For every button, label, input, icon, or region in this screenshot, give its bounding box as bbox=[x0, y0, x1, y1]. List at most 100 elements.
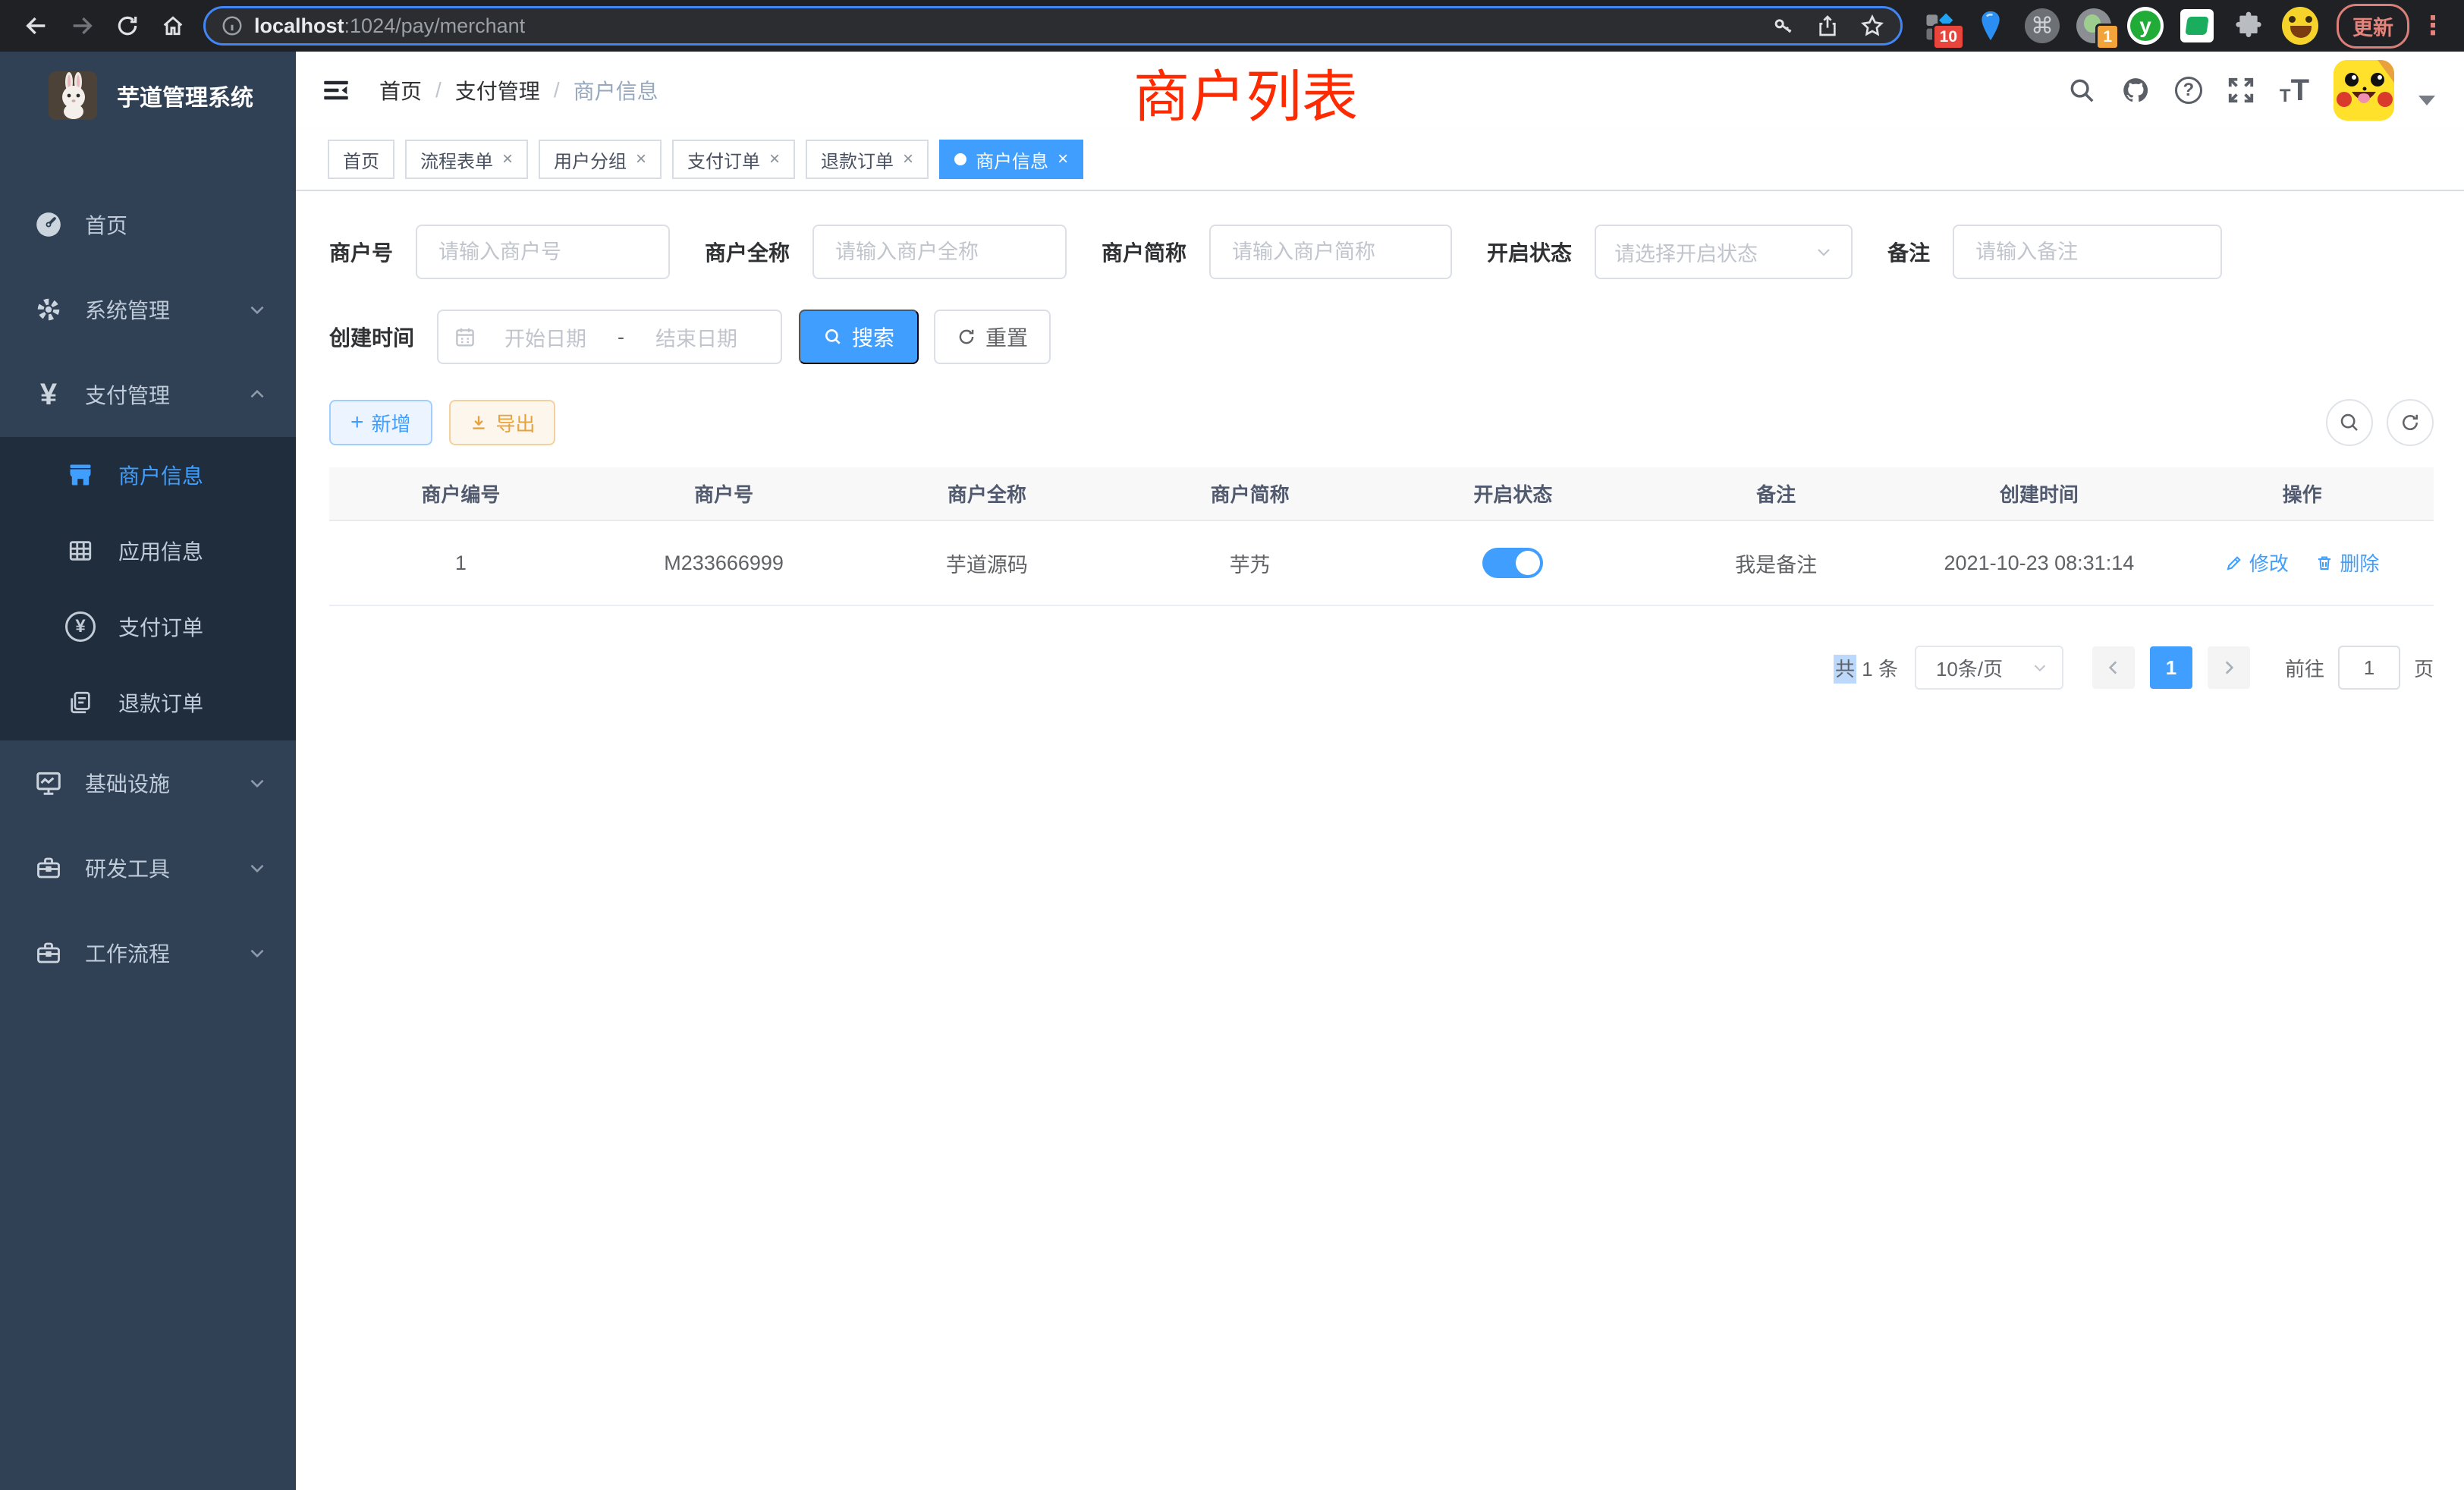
tab-merchant-info[interactable]: 商户信息 × bbox=[939, 140, 1083, 179]
goto-page-input[interactable] bbox=[2338, 646, 2400, 690]
download-icon bbox=[469, 413, 489, 432]
logo-rabbit-avatar bbox=[49, 71, 97, 120]
user-avatar[interactable] bbox=[2334, 60, 2394, 121]
show-search-toggle-button[interactable] bbox=[2326, 399, 2373, 446]
sidebar-item-merchant-info[interactable]: 商户信息 bbox=[0, 437, 296, 513]
cell-merchant-no: M233666999 bbox=[592, 520, 856, 605]
extension-apps-icon[interactable]: 10 bbox=[1921, 8, 1957, 44]
sidebar: 芋道管理系统 首页 系统管理 ¥ 支付管理 bbox=[0, 52, 296, 1490]
extension-badge: 1 bbox=[2095, 24, 2120, 50]
site-info-icon[interactable] bbox=[221, 14, 244, 37]
sidebar-item-label: 退款订单 bbox=[118, 687, 203, 718]
col-status: 开启状态 bbox=[1381, 467, 1645, 520]
tab-close-icon[interactable]: × bbox=[636, 149, 646, 170]
active-dot-icon bbox=[954, 153, 966, 165]
fullscreen-icon[interactable] bbox=[2227, 76, 2255, 105]
remark-input[interactable] bbox=[1953, 225, 2222, 279]
sidebar-item-refund-order[interactable]: 退款订单 bbox=[0, 665, 296, 740]
edit-button[interactable]: 修改 bbox=[2225, 549, 2289, 577]
tab-process-form[interactable]: 流程表单 × bbox=[405, 140, 528, 179]
profile-emoji-icon[interactable] bbox=[2282, 8, 2318, 44]
sidebar-item-pay-order[interactable]: ¥ 支付订单 bbox=[0, 589, 296, 665]
url-text: localhost:1024/pay/merchant bbox=[254, 14, 525, 38]
tab-close-icon[interactable]: × bbox=[903, 149, 913, 170]
delete-button[interactable]: 删除 bbox=[2315, 549, 2379, 577]
tab-refund-order[interactable]: 退款订单 × bbox=[806, 140, 929, 179]
sidebar-item-label: 基础设施 bbox=[85, 768, 170, 798]
next-page-button[interactable] bbox=[2208, 646, 2250, 689]
browser-forward-icon[interactable] bbox=[64, 8, 100, 44]
search-button[interactable]: 搜索 bbox=[799, 310, 919, 364]
plus-icon: + bbox=[350, 411, 364, 434]
edit-pencil-icon bbox=[2225, 554, 2243, 572]
extension-recorder-icon[interactable]: 1 bbox=[2076, 8, 2112, 44]
short-name-label: 商户简称 bbox=[1102, 237, 1186, 267]
chevron-left-icon bbox=[2104, 658, 2123, 677]
date-range-separator: - bbox=[614, 325, 627, 349]
create-time-range-input[interactable]: 开始日期 - 结束日期 bbox=[437, 310, 782, 364]
extension-pin-icon[interactable] bbox=[1972, 8, 2009, 44]
prev-page-button[interactable] bbox=[2092, 646, 2135, 689]
help-icon[interactable]: ? bbox=[2175, 77, 2202, 104]
sidebar-collapse-icon[interactable] bbox=[319, 73, 354, 108]
sidebar-item-home[interactable]: 首页 bbox=[0, 182, 296, 267]
calendar-icon bbox=[454, 325, 476, 348]
document-icon bbox=[65, 690, 96, 715]
password-key-icon[interactable] bbox=[1771, 14, 1796, 38]
page-number-current[interactable]: 1 bbox=[2150, 646, 2192, 689]
extension-y-logo-icon[interactable]: y bbox=[2127, 8, 2164, 44]
chrome-menu-icon[interactable]: ⋮ bbox=[2415, 11, 2450, 41]
status-toggle[interactable] bbox=[1482, 548, 1543, 578]
page-size-select[interactable]: 10条/页 bbox=[1915, 646, 2063, 690]
extension-command-icon[interactable]: ⌘ bbox=[2024, 8, 2060, 44]
extension-chat-icon[interactable] bbox=[2179, 8, 2215, 44]
export-button[interactable]: 导出 bbox=[449, 400, 555, 445]
top-navbar: 首页 / 支付管理 / 商户信息 ? TT bbox=[296, 52, 2464, 129]
sidebar-item-app-info[interactable]: 应用信息 bbox=[0, 513, 296, 589]
breadcrumb-pay[interactable]: 支付管理 bbox=[455, 75, 540, 105]
merchant-no-input[interactable] bbox=[416, 225, 670, 279]
status-select[interactable]: 请选择开启状态 bbox=[1595, 225, 1853, 279]
col-full-name: 商户全称 bbox=[856, 467, 1119, 520]
tab-label: 退款订单 bbox=[821, 146, 894, 173]
refresh-table-button[interactable] bbox=[2387, 399, 2434, 446]
app-title: 芋道管理系统 bbox=[117, 79, 253, 112]
browser-back-icon[interactable] bbox=[18, 8, 55, 44]
tab-close-icon[interactable]: × bbox=[769, 149, 780, 170]
sidebar-item-dev-tools[interactable]: 研发工具 bbox=[0, 825, 296, 910]
breadcrumb: 首页 / 支付管理 / 商户信息 bbox=[379, 75, 658, 105]
gear-icon bbox=[32, 295, 65, 324]
browser-home-icon[interactable] bbox=[155, 8, 191, 44]
app-logo[interactable]: 芋道管理系统 bbox=[0, 52, 296, 140]
full-name-input[interactable] bbox=[812, 225, 1067, 279]
col-remark: 备注 bbox=[1645, 467, 1908, 520]
pagination: 共 1 条 10条/页 1 前往 页 bbox=[329, 646, 2434, 690]
sidebar-item-system[interactable]: 系统管理 bbox=[0, 267, 296, 352]
sidebar-item-pay[interactable]: ¥ 支付管理 bbox=[0, 352, 296, 437]
chevron-right-icon bbox=[2219, 658, 2239, 677]
reset-button[interactable]: 重置 bbox=[934, 310, 1051, 364]
breadcrumb-home[interactable]: 首页 bbox=[379, 75, 422, 105]
font-size-icon[interactable]: TT bbox=[2280, 75, 2309, 105]
tab-home[interactable]: 首页 bbox=[328, 140, 394, 179]
chrome-update-button[interactable]: 更新 bbox=[2337, 4, 2409, 49]
tab-close-icon[interactable]: × bbox=[502, 149, 513, 170]
page-content: 商户号 商户全称 商户简称 开启状态 请选择开启状态 bbox=[296, 191, 2464, 1490]
tab-pay-order[interactable]: 支付订单 × bbox=[672, 140, 795, 179]
address-bar[interactable]: localhost:1024/pay/merchant bbox=[203, 6, 1903, 46]
browser-reload-icon[interactable] bbox=[109, 8, 146, 44]
tab-close-icon[interactable]: × bbox=[1058, 149, 1068, 170]
share-icon[interactable] bbox=[1815, 14, 1840, 38]
sidebar-item-workflow[interactable]: 工作流程 bbox=[0, 910, 296, 995]
tab-user-group[interactable]: 用户分组 × bbox=[539, 140, 662, 179]
short-name-input[interactable] bbox=[1209, 225, 1452, 279]
sidebar-item-infra[interactable]: 基础设施 bbox=[0, 740, 296, 825]
header-search-icon[interactable] bbox=[2067, 76, 2096, 105]
bookmark-star-icon[interactable] bbox=[1859, 13, 1885, 39]
add-button[interactable]: + 新增 bbox=[329, 400, 432, 445]
avatar-caret-icon[interactable] bbox=[2418, 96, 2435, 105]
github-icon[interactable] bbox=[2120, 75, 2151, 105]
extensions-puzzle-icon[interactable] bbox=[2230, 8, 2267, 44]
merchant-table: 商户编号 商户号 商户全称 商户简称 开启状态 备注 创建时间 操作 1 M23… bbox=[329, 467, 2434, 606]
sidebar-menu: 首页 系统管理 ¥ 支付管理 bbox=[0, 182, 296, 995]
